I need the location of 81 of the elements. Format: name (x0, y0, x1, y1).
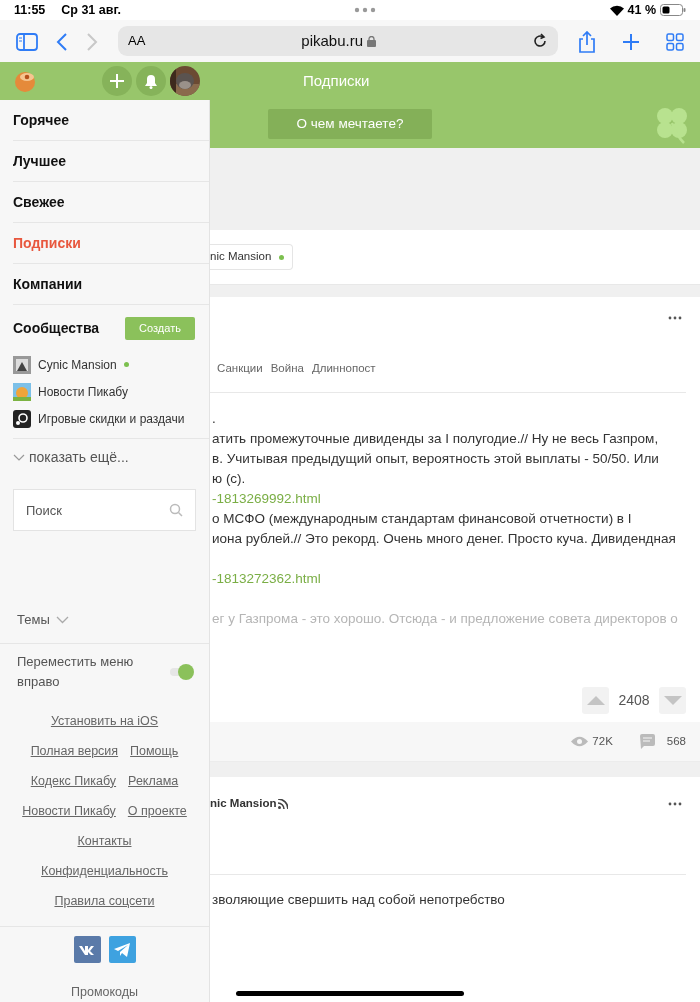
community-name: Игровые скидки и раздачи (38, 410, 185, 428)
battery-text: 41 % (627, 1, 656, 19)
footer-link[interactable]: О проекте (127, 801, 187, 821)
rating-text: 2408 (617, 691, 651, 710)
plus-icon (110, 74, 124, 88)
footer-link[interactable]: Новости Пикабу (22, 801, 116, 821)
wifi-icon (609, 4, 624, 16)
chevron-down-icon (13, 453, 25, 461)
vk-icon (79, 944, 95, 955)
more-icon[interactable] (668, 802, 682, 806)
themes-dropdown[interactable]: Темы (17, 605, 77, 635)
reload-icon (532, 33, 548, 49)
comment-icon (639, 734, 655, 749)
share-button[interactable] (578, 29, 596, 53)
footer-link[interactable]: Правила соцсети (54, 891, 155, 911)
footer-link[interactable]: Реклама (128, 771, 179, 791)
triangle-up-icon (586, 696, 605, 705)
tag-link[interactable]: Длиннопост (311, 359, 376, 378)
post-text: зволяющие свершить над собой непотребство (212, 891, 506, 909)
triangle-down-icon (663, 696, 682, 705)
nav-item[interactable]: Подписки (13, 223, 209, 264)
nav-item[interactable]: Свежее (13, 182, 209, 223)
dots-icon (354, 7, 377, 13)
lock-icon (367, 35, 377, 47)
sidebar-icon (16, 32, 38, 51)
community-link[interactable]: Cynic Mansion (13, 351, 209, 378)
plus-icon (622, 32, 640, 51)
footer-link[interactable]: Промокоды (0, 983, 209, 1002)
post-text: в. Учитывая предыдущий опыт, вероятность этой выплаты - 50/50. Или (212, 450, 660, 468)
text-size-label: AA (128, 32, 146, 51)
footer-link[interactable]: Кодекс Пикабу (30, 771, 117, 791)
footer-link[interactable]: Контакты (77, 831, 132, 851)
search-icon (169, 503, 183, 517)
post-text: атить промежуточные дивиденды за I полугодие.// Ну не весь Газпром, (212, 430, 660, 448)
nav-item[interactable]: Лучшее (13, 141, 209, 182)
setting-label: Переместить меню вправо (17, 653, 135, 691)
community-link[interactable]: Игровые скидки и раздачи (13, 405, 209, 432)
eye-icon (571, 736, 589, 747)
community-name: Cynic Mansion (38, 356, 117, 374)
tabs-icon (666, 32, 684, 51)
logo-icon (13, 69, 37, 94)
add-button[interactable] (102, 66, 132, 96)
nav-item[interactable]: Компании (13, 264, 209, 305)
post-text: о МСФО (международным стандартам финансовой отчетности) в I (212, 510, 633, 528)
views-count: 72K (592, 733, 613, 749)
back-icon (56, 31, 68, 52)
footer-link[interactable]: Помощь (130, 741, 179, 761)
address-bar[interactable]: AA pikabu.ru (118, 26, 558, 56)
url-text: pikabu.ru (301, 30, 364, 51)
toggle-switch[interactable] (169, 663, 195, 681)
author-link[interactable]: nic Mansion (210, 795, 277, 813)
share-icon (578, 30, 596, 53)
comments-count: 568 (666, 733, 686, 749)
page-title: Подписки (303, 70, 370, 91)
post-text: ю (с). (212, 470, 247, 488)
footer-link[interactable]: Конфиденциальность (41, 861, 168, 881)
tag-link[interactable]: Санкции (217, 359, 263, 378)
community-link[interactable]: Новости Пикабу (13, 378, 209, 405)
more-icon[interactable] (668, 316, 682, 320)
footer-link[interactable]: Установить на iOS (50, 711, 159, 731)
bell-icon (144, 73, 158, 89)
nav-item[interactable]: Горячее (13, 100, 209, 141)
section-title: Сообщества (13, 318, 100, 338)
community-name: Новости Пикабу (38, 383, 128, 401)
show-more-link[interactable]: показать ещё... (13, 439, 209, 475)
date-text: Ср 31 авг. (61, 1, 121, 19)
tag-link[interactable]: Война (270, 359, 304, 378)
post-text: ег у Газпрома - это хорошо. Отсюда - и предложение совета директоров о (212, 610, 679, 628)
search-field[interactable]: Поиск (13, 489, 196, 531)
battery-icon (660, 4, 686, 16)
post-text: . (212, 410, 217, 428)
post-text: иона рублей.// Это рекорд. Очень много денег. Просто куча. Дивидендная (212, 530, 677, 548)
forward-icon (86, 31, 98, 52)
chevron-down-icon (55, 616, 69, 624)
footer-link[interactable]: Полная версия (30, 741, 119, 761)
clover-icon (654, 105, 690, 145)
telegram-button[interactable] (108, 936, 136, 963)
paper-plane-icon (114, 942, 130, 957)
filter-chip[interactable]: nic Mansion (210, 244, 294, 270)
time-text: 11:55 (14, 1, 46, 19)
vk-button[interactable] (73, 936, 101, 963)
